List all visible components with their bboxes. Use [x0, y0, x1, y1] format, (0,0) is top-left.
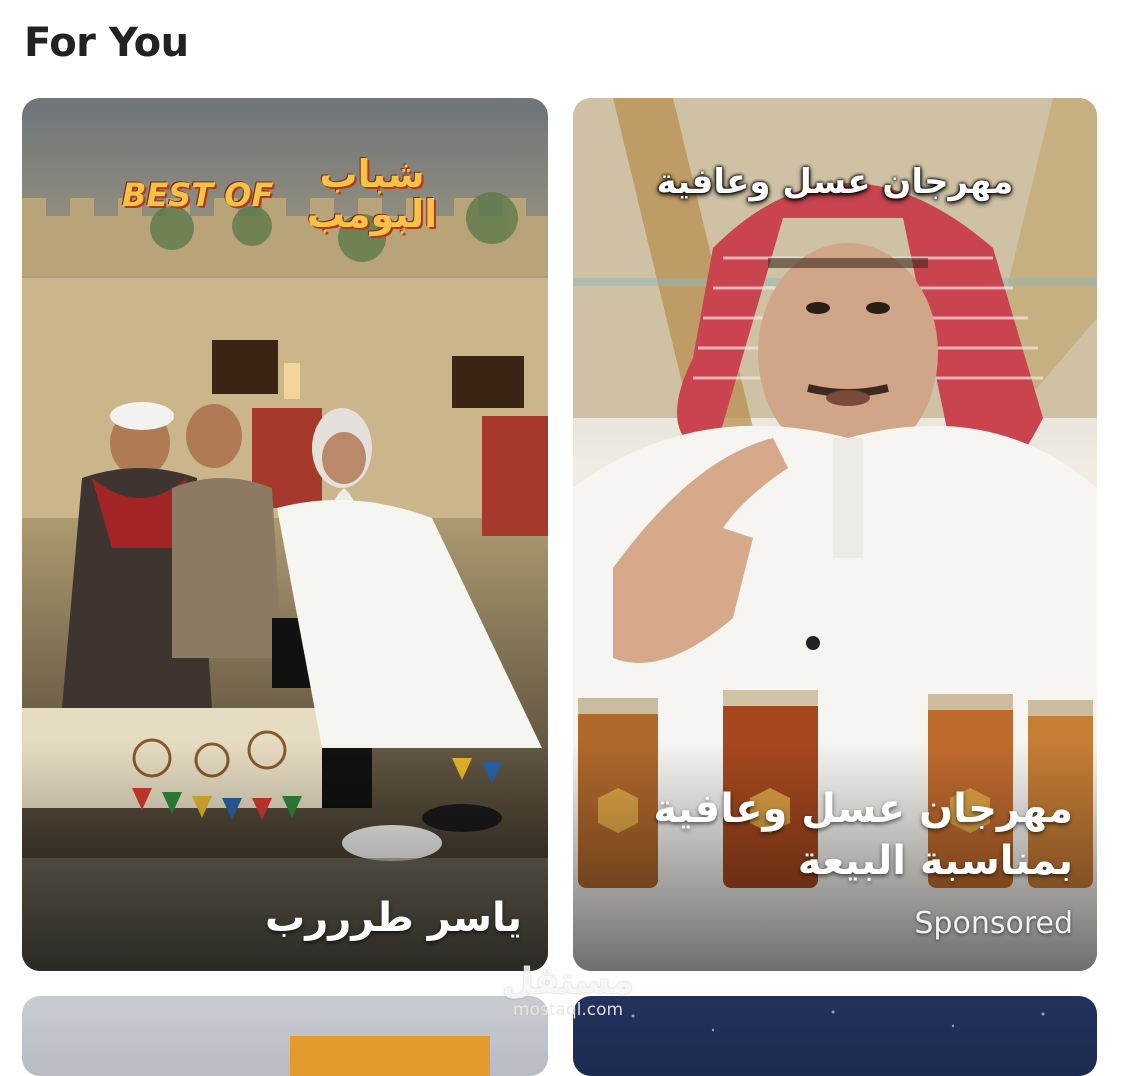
video-card-left[interactable]: BEST OF شباب البومب ياسر طرررب: [22, 98, 548, 971]
video-caption: ياسر طرررب: [265, 895, 522, 941]
watermark-url: mostaql.com: [512, 1000, 624, 1020]
video-card-next-right[interactable]: [573, 996, 1097, 1076]
ad-title-line-2: بمناسبة البيعة: [797, 838, 1073, 884]
ad-title-line-1: مهرجان عسل وعافية: [653, 786, 1073, 832]
watermark: مستقل mostaql.com: [498, 961, 638, 1021]
video-card-next-left[interactable]: [22, 996, 548, 1076]
logo-best-of: BEST OF: [122, 176, 274, 214]
section-title: For You: [24, 20, 189, 66]
show-logo: BEST OF شباب البومب: [122, 154, 462, 244]
logo-arabic: شباب البومب: [306, 152, 438, 236]
sponsored-badge: Sponsored: [914, 906, 1073, 941]
watermark-logo: مستقل: [502, 961, 634, 1002]
video-thumbnail-next-right: [631, 1010, 1045, 1032]
video-card-right[interactable]: مهرجان عسل وعافية مهرجان عسل وعافية بمنا…: [573, 98, 1097, 971]
video-top-caption: مهرجان عسل وعافية: [656, 162, 1014, 202]
video-thumbnail-next-left: [290, 1036, 490, 1076]
ad-title: مهرجان عسل وعافية بمناسبة البيعة: [653, 783, 1073, 887]
